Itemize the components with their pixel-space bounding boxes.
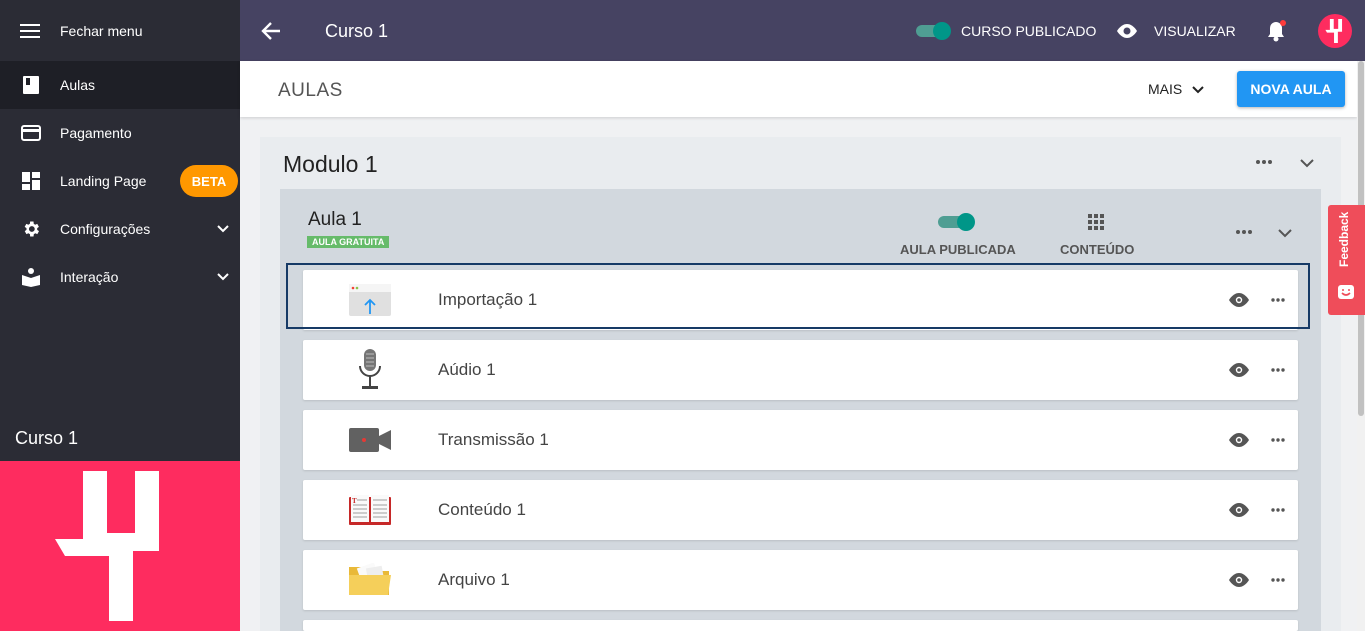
eye-icon[interactable] [1228,572,1250,588]
more-options-icon[interactable] [1235,229,1253,235]
section-title: AULAS [278,80,343,101]
more-dropdown[interactable]: MAIS [1148,81,1204,97]
chevron-down-icon [217,225,229,233]
eye-icon[interactable] [1228,502,1250,518]
video-camera-icon [349,420,391,460]
feedback-label: Feedback [1337,211,1351,267]
book-icon [20,74,42,96]
module-card: Modulo 1 Aula 1 AULA GRATUITA AULA PUBLI… [260,137,1341,631]
lesson-published-label: AULA PUBLICADA [900,242,1016,257]
gear-icon [20,218,42,240]
chevron-down-icon [1192,86,1204,94]
notification-bell-icon[interactable] [1266,20,1286,42]
sidebar-item-label: Configurações [60,221,151,237]
course-banner [0,461,240,631]
more-options-icon[interactable] [1255,159,1273,165]
chevron-down-icon[interactable] [1278,227,1292,239]
close-menu-button[interactable]: Fechar menu [0,0,240,61]
eye-icon[interactable] [1115,22,1139,40]
arrow-back-icon[interactable] [260,20,282,42]
feedback-face-icon [1338,285,1354,299]
dashboard-icon [20,170,42,192]
svg-text:T: T [352,497,357,505]
content-item-name: Aúdio 1 [438,360,496,379]
content-item-name: Transmissão 1 [438,430,549,449]
section-header: AULAS MAIS NOVA AULA [240,61,1357,117]
chevron-down-icon [217,273,229,281]
brand-logo-icon [1325,19,1343,43]
free-lesson-badge: AULA GRATUITA [307,236,390,248]
content-item-partial[interactable] [303,620,1298,631]
lesson-card: Aula 1 AULA GRATUITA AULA PUBLICADA CONT… [280,189,1321,631]
sidebar-item-label: Pagamento [60,125,132,141]
content-item-conteudo[interactable]: T Conteúdo 1 [303,480,1298,540]
sidebar-item-label: Landing Page [60,173,147,189]
microphone-icon [349,349,391,390]
close-menu-label: Fechar menu [60,22,143,39]
beta-badge: BETA [180,165,238,197]
top-bar: Curso 1 CURSO PUBLICADO VISUALIZAR [240,0,1365,61]
chevron-down-icon[interactable] [1300,157,1314,169]
content-item-name: Conteúdo 1 [438,500,526,519]
module-title: Modulo 1 [283,151,378,177]
new-lesson-button[interactable]: NOVA AULA [1237,71,1345,107]
feedback-tab[interactable]: Feedback [1328,205,1365,315]
eye-icon[interactable] [1228,432,1250,448]
sidebar-item-interacao[interactable]: Interação [0,253,240,301]
reader-icon [20,266,42,288]
more-options-icon[interactable] [1270,577,1286,583]
credit-card-icon [20,122,42,144]
more-options-icon[interactable] [1270,507,1286,513]
user-avatar[interactable] [1318,14,1352,48]
sidebar-item-label: Aulas [60,77,96,93]
selection-highlight [286,263,1310,329]
content-item-transmissao[interactable]: Transmissão 1 [303,410,1298,470]
sidebar-item-aulas[interactable]: Aulas [0,61,240,109]
open-book-icon: T [349,490,391,530]
course-published-label: CURSO PUBLICADO [961,23,1097,39]
sidebar: Fechar menu Aulas Pagamento Landing Page… [0,0,240,631]
more-label: MAIS [1148,81,1183,97]
course-published-toggle[interactable] [916,22,952,40]
content-item-audio[interactable]: Aúdio 1 [303,340,1298,400]
view-button[interactable]: VISUALIZAR [1154,23,1236,39]
course-name: Curso 1 [15,428,79,448]
hamburger-icon [20,23,40,38]
content-button[interactable]: CONTEÚDO [1060,242,1134,257]
lesson-title: Aula 1 [308,209,362,230]
page-title: Curso 1 [325,21,389,41]
brand-logo-icon [55,471,159,621]
sidebar-item-configuracoes[interactable]: Configurações [0,205,240,253]
more-options-icon[interactable] [1270,437,1286,443]
sidebar-item-pagamento[interactable]: Pagamento [0,109,240,157]
content-item-arquivo[interactable]: Arquivo 1 [303,550,1298,610]
eye-icon[interactable] [1228,362,1250,378]
content-item-name: Arquivo 1 [438,570,510,589]
sidebar-item-label: Interação [60,269,119,285]
more-options-icon[interactable] [1270,367,1286,373]
scrollbar[interactable] [1357,61,1365,631]
lesson-published-toggle[interactable] [938,213,976,231]
grid-icon[interactable] [1087,213,1105,231]
folder-icon [349,560,391,600]
